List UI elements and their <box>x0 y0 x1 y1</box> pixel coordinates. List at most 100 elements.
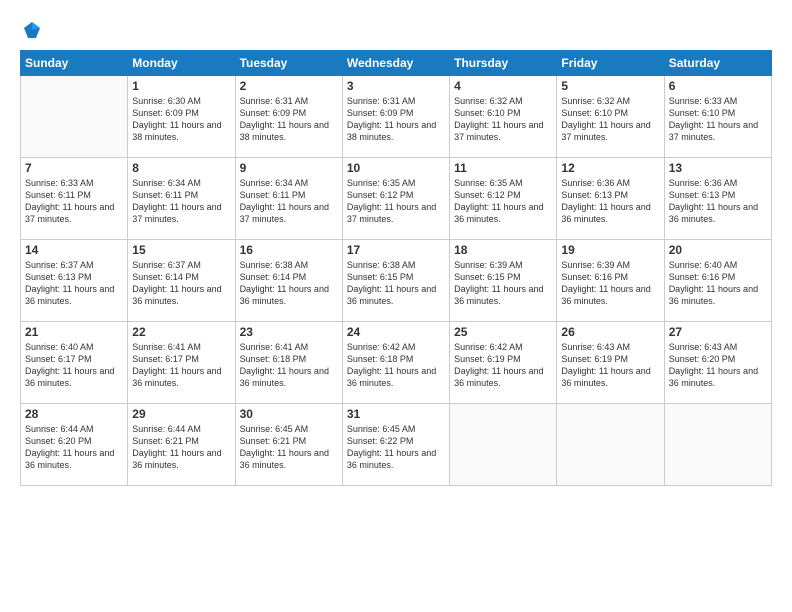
calendar-cell: 7Sunrise: 6:33 AMSunset: 6:11 PMDaylight… <box>21 158 128 240</box>
cell-detail: Sunrise: 6:43 AMSunset: 6:19 PMDaylight:… <box>561 341 659 390</box>
day-number: 9 <box>240 161 338 175</box>
sunset-text: Sunset: 6:09 PM <box>132 108 199 118</box>
cell-detail: Sunrise: 6:35 AMSunset: 6:12 PMDaylight:… <box>347 177 445 226</box>
sunset-text: Sunset: 6:21 PM <box>240 436 307 446</box>
daylight-text: Daylight: 11 hours and 36 minutes. <box>669 202 758 224</box>
calendar-cell: 2Sunrise: 6:31 AMSunset: 6:09 PMDaylight… <box>235 76 342 158</box>
sunrise-text: Sunrise: 6:40 AM <box>25 342 94 352</box>
cell-detail: Sunrise: 6:38 AM Sunset: 6:15 PM Daylight:… <box>347 259 445 308</box>
sunset-text: Sunset: 6:19 PM <box>561 354 628 364</box>
cell-detail: Sunrise: 6:39 AMSunset: 6:15 PMDaylight:… <box>454 259 552 308</box>
calendar-cell: 3Sunrise: 6:31 AMSunset: 6:09 PMDaylight… <box>342 76 449 158</box>
sunrise-text: Sunrise: 6:41 AM <box>132 342 201 352</box>
day-number: 25 <box>454 325 552 339</box>
sunset-text: Sunset: 6:12 PM <box>454 190 521 200</box>
day-number: 28 <box>25 407 123 421</box>
sunrise-text: Sunrise: 6:32 AM <box>561 96 630 106</box>
logo-block <box>20 18 42 40</box>
daylight-text: Daylight: 11 hours and 38 minutes. <box>347 120 436 142</box>
day-header-sunday: Sunday <box>21 51 128 76</box>
calendar-cell: 11Sunrise: 6:35 AMSunset: 6:12 PMDayligh… <box>450 158 557 240</box>
calendar-cell: 14Sunrise: 6:37 AMSunset: 6:13 PMDayligh… <box>21 240 128 322</box>
cell-detail: Sunrise: 6:44 AMSunset: 6:21 PMDaylight:… <box>132 423 230 472</box>
sunset-text: Sunset: 6:13 PM <box>561 190 628 200</box>
calendar-cell: 20Sunrise: 6:40 AMSunset: 6:16 PMDayligh… <box>664 240 771 322</box>
calendar-body: 1Sunrise: 6:30 AMSunset: 6:09 PMDaylight… <box>21 76 772 486</box>
sunrise-text: Sunrise: 6:41 AM <box>240 342 309 352</box>
day-header-friday: Friday <box>557 51 664 76</box>
calendar-cell: 13Sunrise: 6:36 AMSunset: 6:13 PMDayligh… <box>664 158 771 240</box>
daylight-text: Daylight: 11 hours and 36 minutes. <box>347 284 436 306</box>
day-number: 11 <box>454 161 552 175</box>
calendar-cell: 16 Sunrise: 6:38 AMSunset: 6:14 PMDayligh… <box>235 240 342 322</box>
cell-detail: Sunrise: 6:40 AMSunset: 6:17 PMDaylight:… <box>25 341 123 390</box>
sunrise-text: Sunrise: 6:31 AM <box>240 96 309 106</box>
logo <box>20 18 42 40</box>
cell-detail: Sunrise: 6:38 AMSunset: 6:14 PMDaylight:… <box>240 259 338 308</box>
sunset-text: Sunset: 6:14 PM <box>132 272 199 282</box>
day-number: 5 <box>561 79 659 93</box>
day-header-tuesday: Tuesday <box>235 51 342 76</box>
daylight-text: Daylight: 11 hours and 37 minutes. <box>132 202 221 224</box>
cell-detail: Sunrise: 6:44 AMSunset: 6:20 PMDaylight:… <box>25 423 123 472</box>
cell-detail: Sunrise: 6:32 AMSunset: 6:10 PMDaylight:… <box>561 95 659 144</box>
day-number: 20 <box>669 243 767 257</box>
calendar-cell: 5 Sunrise: 6:32 AMSunset: 6:10 PMDaylight… <box>557 76 664 158</box>
daylight-text: Daylight: 11 hours and 38 minutes. <box>132 120 221 142</box>
cell-detail: Sunrise: 6:41 AMSunset: 6:18 PMDaylight:… <box>240 341 338 390</box>
cell-detail: Sunrise: 6:45 AMSunset: 6:21 PMDaylight:… <box>240 423 338 472</box>
sunrise-text: Sunrise: 6:38 AM <box>347 260 416 270</box>
calendar-week-2: 7Sunrise: 6:33 AMSunset: 6:11 PMDaylight… <box>21 158 772 240</box>
day-number: 17 <box>347 243 445 257</box>
daylight-text: Daylight: 11 hours and 36 minutes. <box>132 366 221 388</box>
daylight-text: Daylight: 11 hours and 37 minutes. <box>561 120 650 142</box>
daylight-text: Daylight: 11 hours and 36 minutes. <box>347 366 436 388</box>
day-number: 1 <box>132 79 230 93</box>
daylight-text: Daylight: 11 hours and 38 minutes. <box>240 120 329 142</box>
daylight-text: Daylight: 11 hours and 36 minutes. <box>25 448 114 470</box>
calendar-week-1: 1Sunrise: 6:30 AMSunset: 6:09 PMDaylight… <box>21 76 772 158</box>
day-number: 29 <box>132 407 230 421</box>
calendar-cell: 27Sunrise: 6:43 AMSunset: 6:20 PMDayligh… <box>664 322 771 404</box>
cell-detail: Sunrise: 6:34 AMSunset: 6:11 PMDaylight:… <box>240 177 338 226</box>
sunset-text: Sunset: 6:19 PM <box>454 354 521 364</box>
day-number: 27 <box>669 325 767 339</box>
cell-detail: Sunrise: 6:42 AMSunset: 6:19 PMDaylight:… <box>454 341 552 390</box>
day-number: 16 <box>240 243 338 257</box>
header <box>20 18 772 40</box>
calendar-week-5: 28 Sunrise: 6:44 AMSunset: 6:20 PMDayligh… <box>21 404 772 486</box>
calendar-cell: 28 Sunrise: 6:44 AMSunset: 6:20 PMDayligh… <box>21 404 128 486</box>
sunset-text: Sunset: 6:20 PM <box>669 354 736 364</box>
sunrise-text: Sunrise: 6:39 AM <box>454 260 523 270</box>
cell-detail: Sunrise: 6:34 AMSunset: 6:11 PMDaylight:… <box>132 177 230 226</box>
day-number: 18 <box>454 243 552 257</box>
day-header-monday: Monday <box>128 51 235 76</box>
sunset-text: Sunset: 6:13 PM <box>25 272 92 282</box>
logo-flag-icon <box>22 20 42 40</box>
sunset-text: Sunset: 6:10 PM <box>454 108 521 118</box>
calendar-cell: 29 Sunrise: 6:44 AMSunset: 6:21 PMDayligh… <box>128 404 235 486</box>
cell-detail: Sunrise: 6:35 AMSunset: 6:12 PMDaylight:… <box>454 177 552 226</box>
sunrise-text: Sunrise: 6:39 AM <box>561 260 630 270</box>
sunrise-text: Sunrise: 6:44 AM <box>25 424 94 434</box>
sunrise-text: Sunrise: 6:36 AM <box>561 178 630 188</box>
day-number: 30 <box>240 407 338 421</box>
calendar-cell: 23Sunrise: 6:41 AMSunset: 6:18 PMDayligh… <box>235 322 342 404</box>
sunset-text: Sunset: 6:18 PM <box>347 354 414 364</box>
calendar-cell: 21Sunrise: 6:40 AMSunset: 6:17 PMDayligh… <box>21 322 128 404</box>
cell-detail: Sunrise: 6:32 AMSunset: 6:10 PMDaylight:… <box>454 95 552 144</box>
sunrise-text: Sunrise: 6:42 AM <box>347 342 416 352</box>
day-number: 19 <box>561 243 659 257</box>
calendar-cell: 6Sunrise: 6:33 AMSunset: 6:10 PMDaylight… <box>664 76 771 158</box>
sunrise-text: Sunrise: 6:45 AM <box>347 424 416 434</box>
day-number: 2 <box>240 79 338 93</box>
sunrise-text: Sunrise: 6:33 AM <box>669 96 738 106</box>
sunset-text: Sunset: 6:15 PM <box>347 272 414 282</box>
sunset-text: Sunset: 6:18 PM <box>240 354 307 364</box>
sunrise-text: Sunrise: 6:34 AM <box>240 178 309 188</box>
sunset-text: Sunset: 6:15 PM <box>454 272 521 282</box>
sunrise-text: Sunrise: 6:43 AM <box>669 342 738 352</box>
daylight-text: Daylight: 11 hours and 36 minutes. <box>561 202 650 224</box>
sunrise-text: Sunrise: 6:35 AM <box>454 178 523 188</box>
calendar-cell: 10Sunrise: 6:35 AMSunset: 6:12 PMDayligh… <box>342 158 449 240</box>
